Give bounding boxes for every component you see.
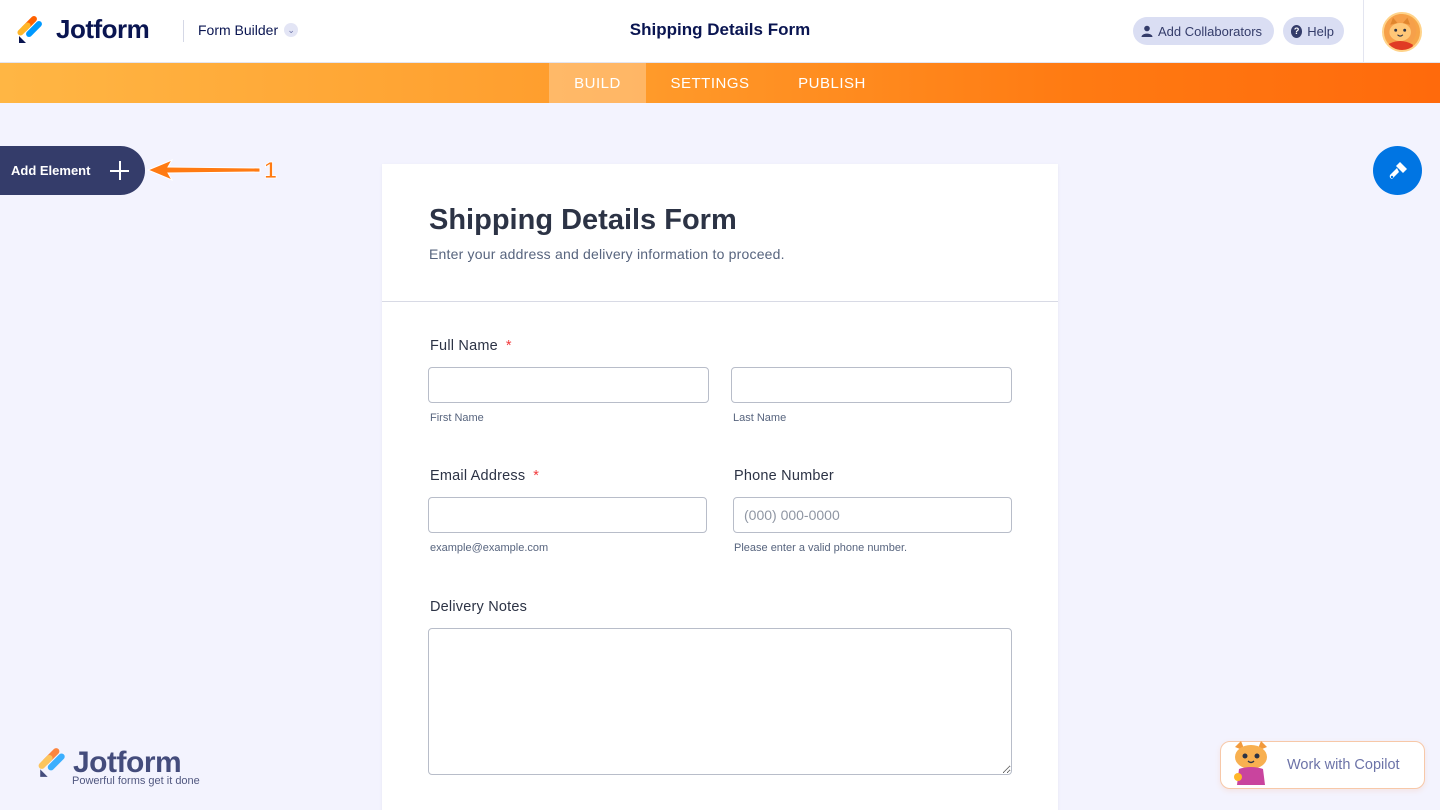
delivery-notes-label[interactable]: Delivery Notes: [430, 599, 527, 615]
copilot-label: Work with Copilot: [1287, 757, 1400, 773]
form-header: Shipping Details Form Enter your address…: [382, 164, 1058, 302]
annotation-arrow: 1: [146, 157, 277, 183]
copilot-button[interactable]: Work with Copilot: [1220, 741, 1425, 789]
full-name-label-text: Full Name: [430, 338, 498, 354]
form-card: Shipping Details Form Enter your address…: [382, 164, 1058, 810]
builder-nav: BUILD SETTINGS PUBLISH: [0, 63, 1440, 103]
jotform-logo-icon: [38, 748, 65, 777]
top-header: Jotform Form Builder ⌄ Shipping Details …: [0, 0, 1440, 63]
watermark-tagline: Powerful forms get it done: [72, 775, 200, 787]
add-collaborators-button[interactable]: Add Collaborators: [1133, 17, 1274, 45]
add-collaborators-label: Add Collaborators: [1158, 23, 1263, 39]
first-name-sublabel: First Name: [430, 412, 484, 424]
email-label-text: Email Address: [430, 468, 526, 484]
full-name-label[interactable]: Full Name *: [430, 338, 512, 354]
jotform-logo-icon: [17, 15, 42, 43]
email-input[interactable]: [428, 497, 707, 533]
chevron-down-icon: ⌄: [284, 23, 299, 37]
required-mark: *: [533, 468, 540, 484]
first-name-input[interactable]: [428, 367, 709, 403]
tab-publish[interactable]: PUBLISH: [787, 63, 877, 103]
form-title[interactable]: Shipping Details Form: [429, 204, 737, 237]
help-label: Help: [1307, 23, 1334, 39]
email-label[interactable]: Email Address *: [430, 468, 539, 484]
last-name-sublabel: Last Name: [733, 412, 787, 424]
delivery-notes-textarea[interactable]: [428, 628, 1012, 775]
tab-settings[interactable]: SETTINGS: [659, 63, 761, 103]
header-divider: [183, 20, 184, 42]
phone-input[interactable]: [733, 497, 1012, 533]
jotform-logo[interactable]: Jotform: [17, 14, 150, 45]
form-designer-button[interactable]: [1373, 146, 1422, 195]
last-name-input[interactable]: [731, 367, 1012, 403]
question-icon: ?: [1291, 24, 1303, 38]
jotform-watermark: Jotform Powerful forms get it done: [38, 746, 200, 787]
phone-label[interactable]: Phone Number: [734, 468, 834, 484]
form-builder-label: Form Builder: [198, 22, 279, 38]
email-sublabel: example@example.com: [430, 542, 549, 554]
logo-text: Jotform: [56, 14, 150, 44]
add-element-label: Add Element: [11, 163, 91, 178]
paint-roller-icon: [1389, 161, 1407, 179]
form-subtitle[interactable]: Enter your address and delivery informat…: [429, 246, 785, 262]
help-button[interactable]: ? Help: [1283, 17, 1344, 45]
form-builder-dropdown[interactable]: Form Builder ⌄: [198, 22, 299, 38]
required-mark: *: [505, 338, 512, 354]
header-divider-right: [1363, 0, 1364, 63]
phone-sublabel: Please enter a valid phone number.: [734, 542, 908, 554]
plus-icon: [110, 161, 129, 180]
user-avatar-icon: [1384, 14, 1417, 50]
tab-build[interactable]: BUILD: [549, 63, 646, 103]
person-icon: [1141, 25, 1153, 37]
annotation-number: 1: [264, 157, 277, 183]
add-element-button[interactable]: Add Element: [0, 146, 145, 195]
avatar[interactable]: [1382, 12, 1422, 52]
copilot-cat-icon: [1234, 741, 1267, 785]
